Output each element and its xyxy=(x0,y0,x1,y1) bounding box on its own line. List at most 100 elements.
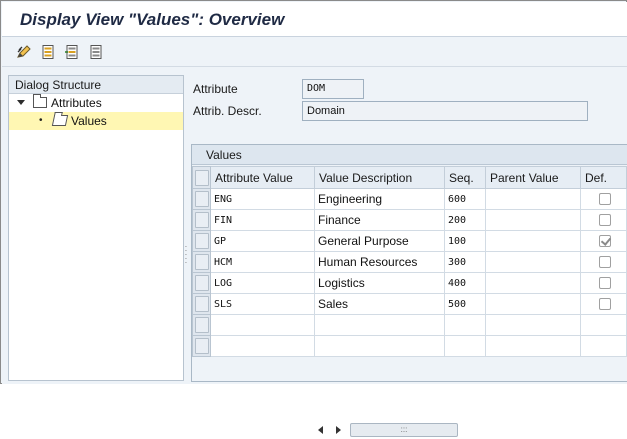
table-header-row: Attribute Value Value Description Seq. P… xyxy=(192,166,627,189)
value-description-cell[interactable]: Sales xyxy=(314,293,445,315)
expand-triangle-icon[interactable] xyxy=(17,100,25,105)
horizontal-scrollbar[interactable]: ::: xyxy=(310,421,620,439)
column-header[interactable]: Seq. xyxy=(444,166,486,189)
pane-splitter[interactable]: · · · · · xyxy=(184,243,188,269)
empty-cell[interactable] xyxy=(444,314,486,336)
table-row[interactable]: GP General Purpose 100 xyxy=(192,230,627,252)
row-selector[interactable] xyxy=(192,335,211,357)
attribute-label: Attribute xyxy=(193,82,238,96)
attribute-value-cell[interactable]: FIN xyxy=(210,209,315,231)
default-checkbox[interactable] xyxy=(599,214,611,226)
parent-value-cell[interactable] xyxy=(485,209,581,231)
default-checkbox[interactable] xyxy=(599,193,611,205)
page-title: Display View "Values": Overview xyxy=(20,10,285,29)
empty-cell[interactable] xyxy=(314,314,445,336)
select-block-button[interactable] xyxy=(63,43,81,61)
empty-table-row[interactable] xyxy=(192,314,627,336)
default-checkbox[interactable] xyxy=(599,256,611,268)
empty-cell[interactable] xyxy=(444,335,486,357)
folder-icon xyxy=(33,94,47,108)
scroll-right-icon[interactable] xyxy=(336,426,341,434)
row-selector[interactable] xyxy=(192,230,211,252)
value-description-cell[interactable]: General Purpose xyxy=(314,230,445,252)
value-description-cell[interactable]: Engineering xyxy=(314,188,445,210)
value-description-cell[interactable]: Human Resources xyxy=(314,251,445,273)
select-all-rows-cell[interactable] xyxy=(192,166,211,189)
empty-cell[interactable] xyxy=(580,335,627,357)
select-all-icon xyxy=(42,45,54,59)
attribute-value-cell[interactable]: HCM xyxy=(210,251,315,273)
column-header[interactable]: Def. xyxy=(580,166,627,189)
seq-cell[interactable]: 500 xyxy=(444,293,486,315)
default-cell xyxy=(580,188,627,210)
empty-cell[interactable] xyxy=(485,335,581,357)
attribute-value-cell[interactable]: LOG xyxy=(210,272,315,294)
table-title: Values xyxy=(192,145,627,165)
select-all-button[interactable] xyxy=(39,43,57,61)
column-header[interactable]: Parent Value xyxy=(485,166,581,189)
values-table-control: Values Attribute Value Value Description… xyxy=(191,144,627,437)
default-cell xyxy=(580,209,627,231)
parent-value-cell[interactable] xyxy=(485,188,581,210)
value-description-cell[interactable]: Finance xyxy=(314,209,445,231)
default-checkbox[interactable] xyxy=(599,298,611,310)
seq-cell[interactable]: 200 xyxy=(444,209,486,231)
sap-window: Display View "Values": Overview Dialog S… xyxy=(0,0,627,437)
attribute-field[interactable]: DOM xyxy=(302,79,364,99)
attribute-value-cell[interactable]: SLS xyxy=(210,293,315,315)
attribute-value-cell[interactable]: GP xyxy=(210,230,315,252)
default-cell xyxy=(580,293,627,315)
change-display-button[interactable] xyxy=(15,43,33,61)
tree-node-label: Attributes xyxy=(51,96,102,110)
empty-cell[interactable] xyxy=(580,314,627,336)
row-selector[interactable] xyxy=(192,314,211,336)
deselect-all-button[interactable] xyxy=(87,43,105,61)
default-checkbox[interactable] xyxy=(599,277,611,289)
row-selector[interactable] xyxy=(192,272,211,294)
attrib-descr-label: Attrib. Descr. xyxy=(193,104,262,118)
tree-node-label: Values xyxy=(71,114,107,128)
column-header[interactable]: Attribute Value xyxy=(210,166,315,189)
change-display-icon xyxy=(17,45,31,58)
row-selector[interactable] xyxy=(192,251,211,273)
seq-cell[interactable]: 100 xyxy=(444,230,486,252)
table-row[interactable]: ENG Engineering 600 xyxy=(192,188,627,210)
column-header[interactable]: Value Description xyxy=(314,166,445,189)
title-bar: Display View "Values": Overview xyxy=(2,2,627,37)
tree-node-values[interactable]: • Values xyxy=(9,112,183,130)
open-folder-icon xyxy=(51,115,69,126)
empty-cell[interactable] xyxy=(485,314,581,336)
seq-cell[interactable]: 400 xyxy=(444,272,486,294)
row-selector[interactable] xyxy=(192,293,211,315)
row-selector[interactable] xyxy=(192,209,211,231)
attrib-descr-field[interactable]: Domain xyxy=(302,101,588,121)
table-row[interactable]: LOG Logistics 400 xyxy=(192,272,627,294)
empty-cell[interactable] xyxy=(210,314,315,336)
seq-cell[interactable]: 300 xyxy=(444,251,486,273)
empty-table-row[interactable] xyxy=(192,335,627,357)
seq-cell[interactable]: 600 xyxy=(444,188,486,210)
value-description-cell[interactable]: Logistics xyxy=(314,272,445,294)
row-selector[interactable] xyxy=(192,188,211,210)
dialog-structure-pane: Dialog Structure Attributes • Values xyxy=(8,75,184,381)
table-row[interactable]: HCM Human Resources 300 xyxy=(192,251,627,273)
content-area: Dialog Structure Attributes • Values · · ·… xyxy=(2,67,627,437)
empty-cell[interactable] xyxy=(210,335,315,357)
deselect-all-icon xyxy=(90,45,102,59)
parent-value-cell[interactable] xyxy=(485,293,581,315)
tree-node-attributes[interactable]: Attributes xyxy=(9,94,183,112)
parent-value-cell[interactable] xyxy=(485,272,581,294)
table-row[interactable]: SLS Sales 500 xyxy=(192,293,627,315)
parent-value-cell[interactable] xyxy=(485,251,581,273)
select-block-icon xyxy=(65,45,78,59)
attribute-value-cell[interactable]: ENG xyxy=(210,188,315,210)
empty-cell[interactable] xyxy=(314,335,445,357)
default-cell xyxy=(580,230,627,252)
scroll-thumb[interactable]: ::: xyxy=(350,423,458,437)
values-table: Attribute Value Value Description Seq. P… xyxy=(192,166,627,357)
table-row[interactable]: FIN Finance 200 xyxy=(192,209,627,231)
scroll-left-icon[interactable] xyxy=(318,426,323,434)
dialog-structure-header: Dialog Structure xyxy=(9,76,183,94)
parent-value-cell[interactable] xyxy=(485,230,581,252)
default-checkbox[interactable] xyxy=(599,235,611,247)
